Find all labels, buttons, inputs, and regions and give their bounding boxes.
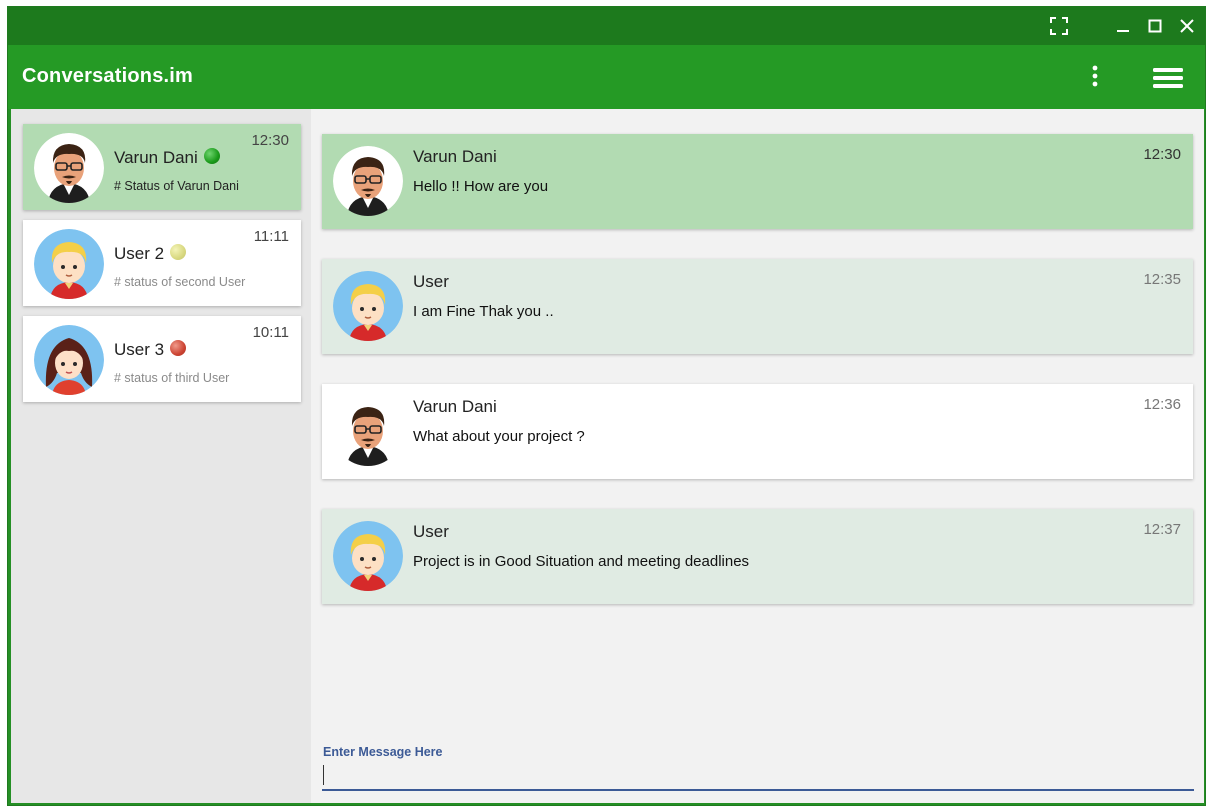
main-content: Varun Dani # Status of Varun Dani 12:30 <box>11 109 1204 803</box>
contact-time: 10:11 <box>252 324 289 341</box>
message-text: What about your project ? <box>413 428 585 445</box>
boy-avatar <box>34 229 104 299</box>
contact-list: Varun Dani # Status of Varun Dani 12:30 <box>11 109 311 803</box>
message-text: Project is in Good Situation and meeting… <box>413 553 750 570</box>
man-glasses-avatar <box>34 133 104 203</box>
presence-dot-icon <box>170 340 187 356</box>
message-sender: Varun Dani <box>413 147 497 166</box>
contact-item-user-2[interactable]: User 2 # status of second User 11:11 <box>23 220 301 306</box>
close-icon[interactable] <box>1176 15 1198 37</box>
app-bar: Conversations.im <box>8 45 1205 109</box>
message-sender: User <box>413 272 449 291</box>
message-item: User I am Fine Thak you .. 12:35 <box>322 259 1193 354</box>
boy-avatar <box>333 521 403 591</box>
message-time: 12:35 <box>1143 271 1181 288</box>
menu-icon[interactable] <box>1151 65 1185 91</box>
message-text: Hello !! How are you <box>413 178 549 195</box>
message-sender: User <box>413 522 449 541</box>
message-input-label: Enter Message Here <box>323 745 443 759</box>
app-window: Conversations.im Varun Dani # Status of … <box>7 6 1206 806</box>
contact-status: # status of second User <box>114 275 246 289</box>
message-sender: Varun Dani <box>413 397 497 416</box>
message-item: Varun Dani What about your project ? 12:… <box>322 384 1193 479</box>
contact-name: User 3 <box>114 340 187 360</box>
text-caret <box>323 765 324 785</box>
boy-avatar <box>333 271 403 341</box>
message-input[interactable] <box>322 761 1194 791</box>
contact-item-varun-dani[interactable]: Varun Dani # Status of Varun Dani 12:30 <box>23 124 301 210</box>
message-time: 12:36 <box>1143 396 1181 413</box>
man-glasses-avatar <box>333 146 403 216</box>
message-text: I am Fine Thak you .. <box>413 303 554 320</box>
fullscreen-icon[interactable] <box>1048 15 1070 37</box>
maximize-icon[interactable] <box>1144 15 1166 37</box>
presence-dot-icon <box>170 244 187 260</box>
contact-name: Varun Dani <box>114 148 220 168</box>
contact-status: # Status of Varun Dani <box>114 179 239 193</box>
title-bar <box>8 7 1205 45</box>
presence-dot-icon <box>203 148 220 164</box>
contact-time: 12:30 <box>251 132 289 149</box>
message-time: 12:37 <box>1143 521 1181 538</box>
message-item: Varun Dani Hello !! How are you 12:30 <box>322 134 1193 229</box>
contact-time: 11:11 <box>253 228 289 245</box>
contact-name-text: Varun Dani <box>114 148 198 167</box>
message-time: 12:30 <box>1143 146 1181 163</box>
more-options-icon[interactable] <box>1085 63 1105 91</box>
minimize-icon[interactable] <box>1112 15 1134 37</box>
contact-name-text: User 2 <box>114 244 165 263</box>
man-glasses-avatar <box>333 396 403 466</box>
chat-panel: Varun Dani Hello !! How are you 12:30 Us… <box>311 109 1204 803</box>
app-title: Conversations.im <box>22 65 194 87</box>
contact-name: User 2 <box>114 244 187 264</box>
contact-status: # status of third User <box>114 371 230 385</box>
contact-item-user-3[interactable]: User 3 # status of third User 10:11 <box>23 316 301 402</box>
girl-avatar <box>34 325 104 395</box>
message-item: User Project is in Good Situation and me… <box>322 509 1193 604</box>
contact-name-text: User 3 <box>114 340 165 359</box>
